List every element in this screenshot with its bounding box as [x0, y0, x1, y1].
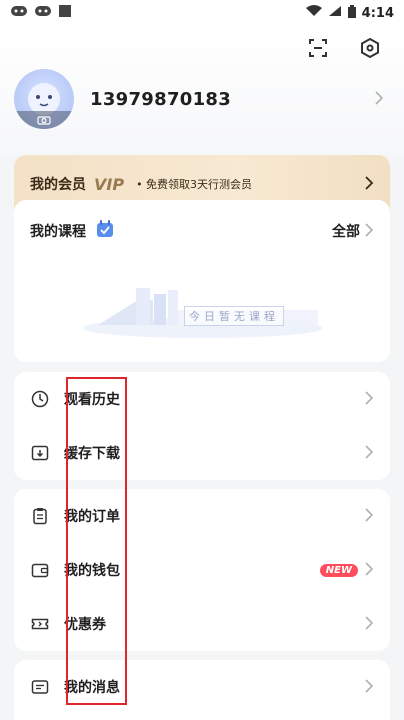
- menu-item-coupons[interactable]: 优惠券: [14, 597, 390, 651]
- chevron-right-icon: [364, 390, 374, 409]
- chevron-right-icon: [364, 678, 374, 697]
- menu-label: 缓存下载: [64, 446, 120, 462]
- vip-tag: VIP: [94, 174, 125, 194]
- profile-row[interactable]: 13979870183: [14, 66, 390, 132]
- coupon-icon: [30, 614, 50, 634]
- status-bar: 4:14: [0, 0, 404, 26]
- menu-label: 我的订单: [64, 509, 120, 525]
- courses-title: 我的课程: [30, 224, 86, 240]
- menu-item-orders[interactable]: 我的订单: [14, 489, 390, 543]
- gamepad-icon: [10, 5, 28, 21]
- menu-item-watch-history[interactable]: 观看历史: [14, 372, 390, 426]
- download-icon: [30, 443, 50, 463]
- menu-label: 我的钱包: [64, 563, 120, 579]
- new-badge: NEW: [319, 563, 358, 577]
- vip-title: 我的会员: [30, 177, 86, 193]
- menu-group-1: 观看历史 缓存下载: [14, 372, 390, 480]
- courses-header: 我的课程 全部: [30, 220, 374, 242]
- wallet-icon: [30, 560, 50, 580]
- menu-group-2: 我的订单 我的钱包 NEW 优惠券: [14, 489, 390, 651]
- clock-icon: [30, 389, 50, 409]
- user-phone: 13979870183: [90, 88, 232, 110]
- courses-all-link[interactable]: 全部: [332, 221, 360, 241]
- wifi-icon: [305, 5, 322, 21]
- chevron-right-icon: [364, 507, 374, 526]
- chevron-right-icon[interactable]: [364, 222, 374, 241]
- empty-courses-text: 今日暂无课程: [184, 306, 284, 326]
- avatar[interactable]: [14, 69, 74, 129]
- menu-label: 优惠券: [64, 617, 106, 633]
- chevron-right-icon: [364, 175, 374, 194]
- calendar-icon: [96, 220, 114, 242]
- chevron-right-icon: [364, 615, 374, 634]
- menu-item-downloads[interactable]: 缓存下载: [14, 426, 390, 480]
- clipboard-icon: [30, 506, 50, 526]
- top-actions: [306, 36, 382, 60]
- chevron-right-icon: [374, 90, 384, 109]
- menu-item-wallet[interactable]: 我的钱包 NEW: [14, 543, 390, 597]
- status-time: 4:14: [361, 5, 394, 21]
- chevron-right-icon: [364, 444, 374, 463]
- battery-icon: [347, 4, 356, 22]
- menu-label: 我的消息: [64, 680, 120, 696]
- camera-icon[interactable]: [14, 111, 74, 129]
- settings-icon[interactable]: [358, 36, 382, 60]
- menu-item-messages[interactable]: 我的消息: [14, 660, 390, 714]
- courses-card: 我的课程 全部 今日暂无课程: [14, 200, 390, 362]
- message-icon: [30, 677, 50, 697]
- signal-icon: [328, 5, 342, 21]
- square-icon: [58, 4, 72, 22]
- gamepad-icon: [34, 5, 52, 21]
- scan-icon[interactable]: [306, 36, 330, 60]
- menu-label: 观看历史: [64, 392, 120, 408]
- menu-group-3: 我的消息: [14, 660, 390, 720]
- chevron-right-icon: [364, 561, 374, 580]
- vip-description: • 免费领取3天行测会员: [136, 178, 253, 191]
